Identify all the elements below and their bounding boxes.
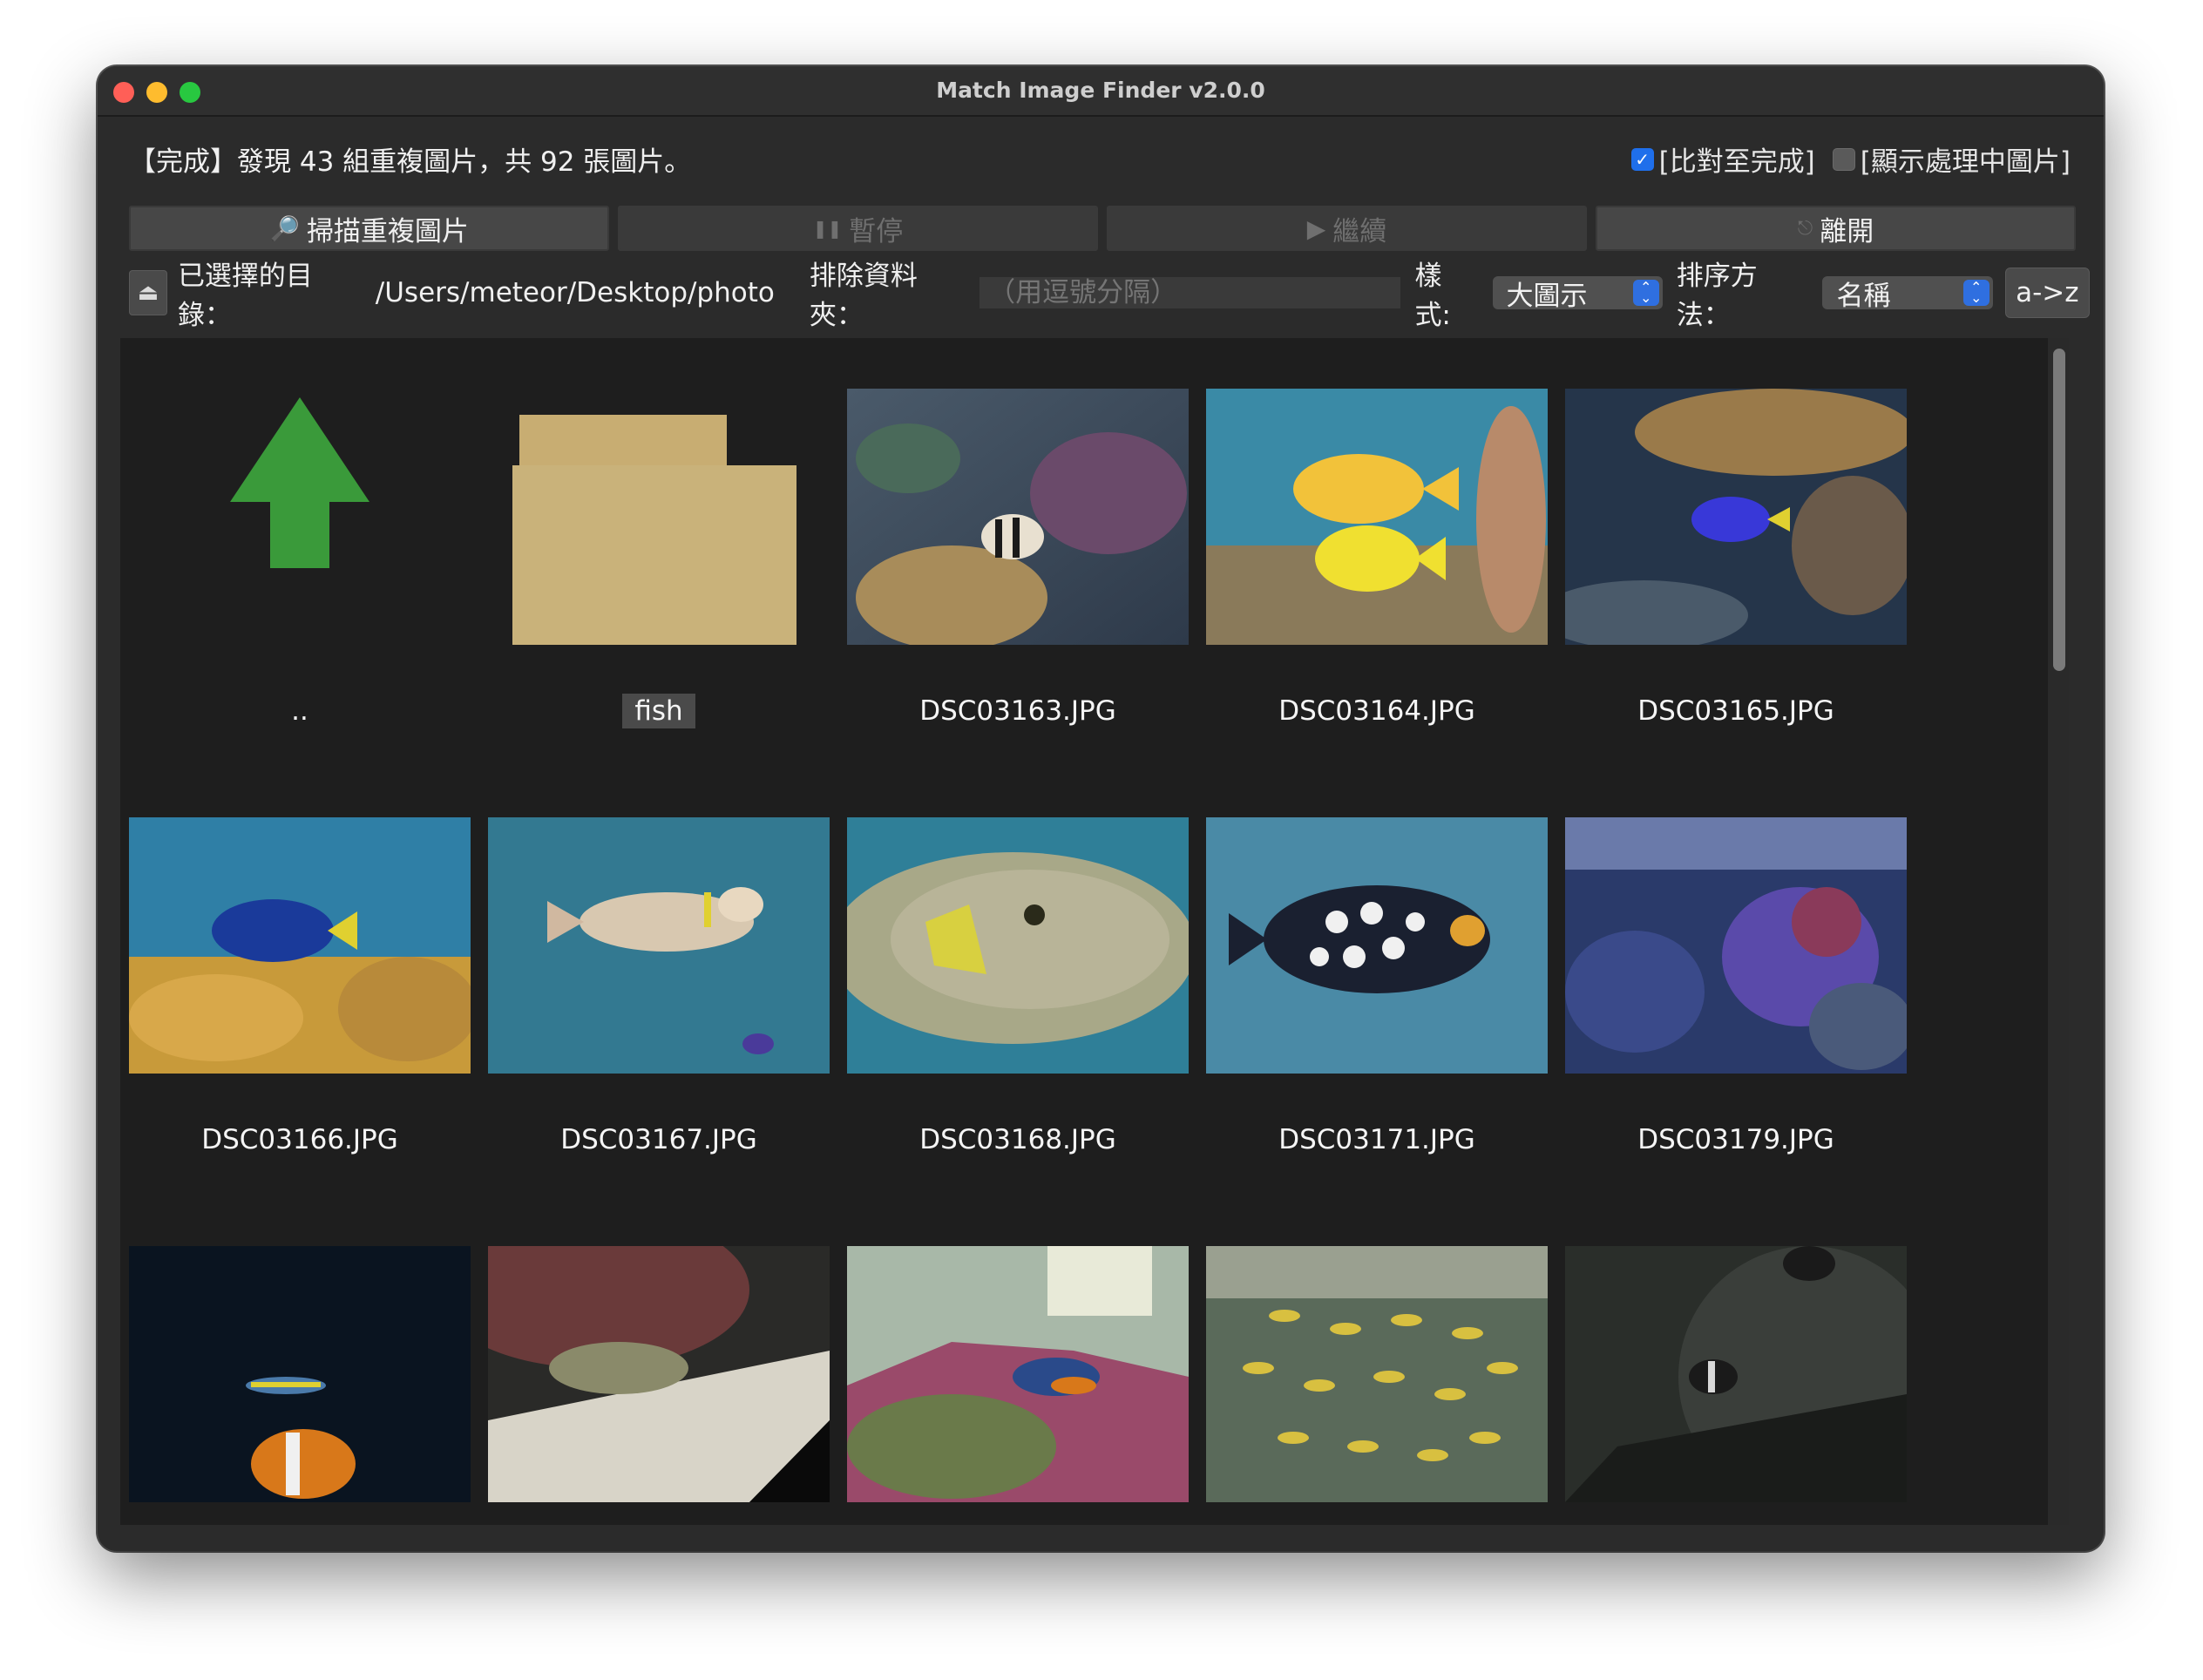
file-grid: .. fish DSC03163.JPG DSC03164.JPG DSC031… xyxy=(120,338,2069,1525)
sort-label: 排序方法： xyxy=(1676,261,1758,331)
title-bar: Match Image Finder v2.0.0 xyxy=(98,66,2104,117)
image-thumbnail xyxy=(1206,389,1548,645)
exclude-folders-input[interactable] xyxy=(979,277,1401,308)
magnifier-icon: 🔎 xyxy=(269,213,300,243)
grid-item-image[interactable]: DSC03171.JPG xyxy=(1206,817,1548,1166)
compare-to-completion-checkbox[interactable]: ✓ [比對至完成] xyxy=(1630,139,1815,179)
grid-item-image[interactable] xyxy=(1565,1246,1907,1525)
image-thumbnail xyxy=(488,1246,830,1502)
folder-icon xyxy=(512,415,796,645)
image-thumbnail xyxy=(1565,817,1907,1074)
exclude-folders-label: 排除資料夾： xyxy=(809,261,918,331)
up-arrow-icon xyxy=(230,397,369,568)
show-processing-checkbox[interactable]: [顯示處理中圖片] xyxy=(1832,139,2071,179)
file-name: .. xyxy=(291,695,308,727)
style-select-value: 大圖示 xyxy=(1506,280,1588,312)
image-thumbnail xyxy=(129,817,471,1074)
vertical-scrollbar[interactable] xyxy=(2048,338,2069,1525)
file-name: DSC03167.JPG xyxy=(560,1124,757,1155)
quit-button-label: 離開 xyxy=(1820,215,1874,247)
scan-button-label: 掃描重複圖片 xyxy=(306,215,469,247)
style-select[interactable]: 大圖示 ⌃ ⌄ xyxy=(1492,276,1663,312)
file-name: fish xyxy=(488,694,830,728)
grid-item-image[interactable] xyxy=(1206,1246,1548,1525)
image-thumbnail xyxy=(847,389,1189,645)
image-thumbnail xyxy=(129,1246,471,1502)
file-name: DSC03168.JPG xyxy=(919,1124,1116,1155)
grid-item-image[interactable]: DSC03164.JPG xyxy=(1206,389,1548,737)
sort-select-value: 名稱 xyxy=(1836,280,1891,312)
play-icon: ▶ xyxy=(1306,213,1326,243)
selected-file-name: fish xyxy=(622,694,695,728)
resume-button-label: 繼續 xyxy=(1332,215,1387,247)
grid-item-image[interactable] xyxy=(488,1246,830,1525)
eject-icon[interactable]: ⏏ xyxy=(129,270,167,315)
file-name: DSC03165.JPG xyxy=(1637,695,1834,727)
directory-bar: ⏏ 已選擇的目錄： /Users/meteor/Desktop/photo 排除… xyxy=(129,261,2090,331)
grid-item-image[interactable] xyxy=(847,1246,1189,1525)
grid-item-image[interactable]: DSC03179.JPG xyxy=(1565,817,1907,1166)
image-thumbnail xyxy=(847,1246,1189,1502)
sort-direction-button[interactable]: a->z xyxy=(2004,268,2090,318)
exit-icon: ⎋ xyxy=(1797,217,1813,240)
chevron-updown-icon: ⌃ ⌄ xyxy=(1632,280,1659,306)
file-name: DSC03163.JPG xyxy=(919,695,1116,727)
grid-item-parent[interactable]: .. xyxy=(129,389,471,737)
app-window: Match Image Finder v2.0.0 【完成】發現 43 組重複圖… xyxy=(98,66,2104,1551)
grid-item-folder[interactable]: fish xyxy=(488,389,830,737)
scan-button[interactable]: 🔎 掃描重複圖片 xyxy=(129,206,609,251)
show-processing-label: [顯示處理中圖片] xyxy=(1860,146,2071,178)
checkbox-unchecked-icon[interactable] xyxy=(1832,147,1855,171)
image-thumbnail xyxy=(1206,1246,1548,1502)
image-thumbnail xyxy=(488,817,830,1074)
image-thumbnail xyxy=(1206,817,1548,1074)
image-thumbnail xyxy=(1565,1246,1907,1502)
quit-button[interactable]: ⎋ 離開 xyxy=(1596,206,2076,251)
grid-item-image[interactable]: DSC03168.JPG xyxy=(847,817,1189,1166)
checkbox-checked-icon[interactable]: ✓ xyxy=(1630,147,1654,171)
grid-item-image[interactable]: DSC03167.JPG xyxy=(488,817,830,1166)
style-label: 樣式: xyxy=(1414,261,1451,331)
toolbar: 🔎 掃描重複圖片 ❚❚ 暫停 ▶ 繼續 ⎋ 離開 xyxy=(129,206,2076,251)
grid-item-image[interactable]: DSC03166.JPG xyxy=(129,817,471,1166)
window-title: Match Image Finder v2.0.0 xyxy=(936,78,1265,103)
options-group: ✓ [比對至完成] [顯示處理中圖片] xyxy=(1630,139,2071,179)
selected-directory-label: 已選擇的目錄： xyxy=(177,261,313,331)
compare-to-completion-label: [比對至完成] xyxy=(1658,146,1815,178)
status-text: 【完成】發現 43 組重複圖片，共 92 張圖片。 xyxy=(129,146,692,178)
chevron-updown-icon: ⌃ ⌄ xyxy=(1962,280,1989,306)
grid-item-image[interactable] xyxy=(129,1246,471,1525)
grid-item-image[interactable]: DSC03165.JPG xyxy=(1565,389,1907,737)
file-name: DSC03171.JPG xyxy=(1278,1124,1475,1155)
pause-button-label: 暫停 xyxy=(849,215,904,247)
file-name: DSC03179.JPG xyxy=(1637,1124,1834,1155)
pause-icon: ❚❚ xyxy=(812,218,843,239)
image-thumbnail xyxy=(847,817,1189,1074)
pause-button[interactable]: ❚❚ 暫停 xyxy=(618,206,1098,251)
sort-select[interactable]: 名稱 ⌃ ⌄ xyxy=(1822,276,1993,312)
file-name: DSC03166.JPG xyxy=(201,1124,398,1155)
scrollbar-thumb[interactable] xyxy=(2053,349,2065,671)
image-thumbnail xyxy=(1565,389,1907,645)
file-name: DSC03164.JPG xyxy=(1278,695,1475,727)
resume-button[interactable]: ▶ 繼續 xyxy=(1107,206,1587,251)
grid-item-image[interactable]: DSC03163.JPG xyxy=(847,389,1189,737)
selected-directory-path: /Users/meteor/Desktop/photo xyxy=(375,277,775,308)
